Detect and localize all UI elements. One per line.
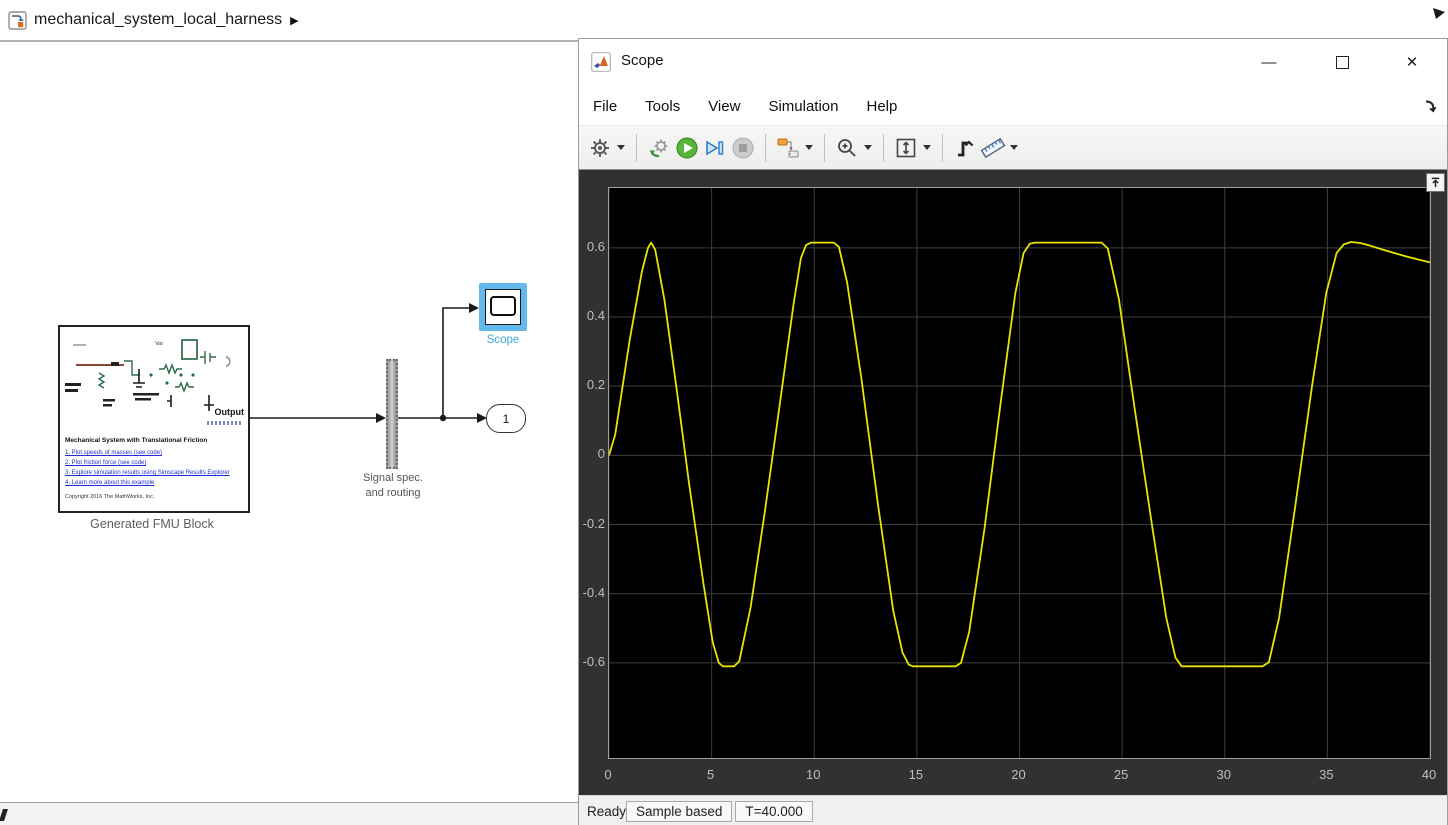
scope-titlebar: Scope — ✕ bbox=[579, 39, 1447, 87]
expand-plot-button[interactable] bbox=[1426, 173, 1445, 192]
y-tick-label: 0.6 bbox=[586, 238, 605, 254]
breadcrumb-expand-arrow[interactable]: ▶ bbox=[290, 14, 298, 27]
fmu-notes: Mechanical System with Translational Fri… bbox=[65, 437, 245, 500]
x-tick-label: 30 bbox=[1216, 767, 1231, 782]
highlight-simulink-block-button[interactable] bbox=[775, 135, 801, 161]
y-tick-label: -0.4 bbox=[582, 584, 605, 600]
fmu-port-subtext bbox=[207, 421, 243, 425]
scope-block[interactable] bbox=[479, 283, 527, 331]
waveform-plot bbox=[609, 188, 1430, 758]
y-tick-label: -0.6 bbox=[582, 653, 605, 669]
fmu-notes-link[interactable]: 1. Plot speeds of masses (see code) bbox=[65, 448, 245, 458]
scope-block-screen-icon bbox=[490, 296, 516, 316]
toolbar-separator bbox=[636, 133, 637, 162]
fmu-var-label: Var bbox=[155, 341, 164, 347]
toolbar-separator bbox=[883, 133, 884, 162]
maximize-button[interactable] bbox=[1324, 47, 1360, 77]
x-tick-label: 15 bbox=[908, 767, 924, 782]
outport-block[interactable]: 1 bbox=[486, 404, 526, 433]
configuration-gear-button[interactable] bbox=[587, 135, 613, 161]
x-tick-label: 5 bbox=[707, 767, 715, 782]
signal-spec-caption: Signal spec. and routing bbox=[363, 472, 423, 499]
dock-icon[interactable] bbox=[1423, 99, 1437, 113]
measurements-dropdown-caret[interactable] bbox=[1008, 135, 1020, 161]
simulink-model-icon bbox=[8, 10, 27, 30]
x-tick-label: 35 bbox=[1319, 767, 1334, 782]
toolbar-separator bbox=[765, 133, 766, 162]
minimize-button[interactable]: — bbox=[1251, 47, 1287, 77]
stop-button[interactable] bbox=[730, 135, 756, 161]
fmu-notes-link[interactable]: 3. Explore simulation results using Sims… bbox=[65, 468, 245, 478]
step-back-button[interactable] bbox=[646, 135, 672, 161]
hidden-content-arrow bbox=[1433, 8, 1445, 19]
configuration-dropdown-caret[interactable] bbox=[615, 135, 627, 161]
toolbar-separator bbox=[824, 133, 825, 162]
scope-toolbar bbox=[579, 126, 1447, 170]
fmu-output-port-label: Output bbox=[214, 407, 245, 417]
signal-spec-block[interactable] bbox=[386, 359, 398, 469]
fmu-copyright: Copyright 2016 The MathWorks, Inc. bbox=[65, 494, 155, 500]
scope-block-label: Scope bbox=[486, 334, 520, 346]
fmu-notes-link[interactable]: 2. Plot friction force (see code) bbox=[65, 458, 245, 468]
x-tick-label: 20 bbox=[1011, 767, 1026, 782]
x-tick-label: 25 bbox=[1113, 767, 1129, 782]
close-button[interactable]: ✕ bbox=[1394, 47, 1430, 77]
scope-window: Scope — ✕ File Tools View Simulation Hel… bbox=[578, 38, 1448, 825]
scope-plot-region: 0.6 0.4 0.2 0 -0.2 -0.4 -0.6 0 5 10 15 20 25 30 35 40 bbox=[579, 170, 1447, 795]
toolbar-separator bbox=[942, 133, 943, 162]
y-tick-label: 0.2 bbox=[586, 377, 605, 393]
fmu-block-caption: Generated FMU Block bbox=[90, 517, 214, 531]
fit-to-view-button[interactable] bbox=[893, 135, 919, 161]
zoom-dropdown-caret[interactable] bbox=[862, 135, 874, 161]
breadcrumb: mechanical_system_local_harness ▶ bbox=[0, 0, 1448, 42]
fit-dropdown-caret[interactable] bbox=[921, 135, 933, 161]
matlab-icon bbox=[591, 52, 611, 72]
scope-axes bbox=[608, 187, 1431, 759]
fmu-notes-link[interactable]: 4. Learn more about this example bbox=[65, 478, 245, 488]
y-tick-label: 0 bbox=[597, 446, 605, 462]
editor-status-strip bbox=[0, 802, 578, 825]
menu-tools[interactable]: Tools bbox=[631, 98, 694, 115]
maximize-icon bbox=[1335, 55, 1349, 69]
generated-fmu-block[interactable]: Var Output Mechanical System with Transl… bbox=[58, 325, 250, 513]
breadcrumb-model-name[interactable]: mechanical_system_local_harness bbox=[34, 11, 282, 29]
status-sim-time: T=40.000 bbox=[735, 801, 813, 822]
menu-file[interactable]: File bbox=[579, 98, 631, 115]
trigger-button[interactable] bbox=[952, 135, 978, 161]
window-title: Scope bbox=[621, 52, 664, 69]
screenshot-root: mechanical_system_local_harness ▶ Var Ou… bbox=[0, 0, 1448, 825]
scope-statusbar: Ready Sample based T=40.000 bbox=[579, 795, 1447, 825]
menu-view[interactable]: View bbox=[694, 98, 754, 115]
step-forward-button[interactable] bbox=[702, 135, 728, 161]
y-tick-label: -0.2 bbox=[582, 515, 605, 531]
run-button[interactable] bbox=[674, 135, 700, 161]
cursor-measurements-button[interactable] bbox=[980, 135, 1006, 161]
zoom-in-button[interactable] bbox=[834, 135, 860, 161]
status-sample-mode: Sample based bbox=[626, 801, 733, 822]
y-tick-label: 0.4 bbox=[586, 308, 605, 323]
x-tick-label: 0 bbox=[604, 767, 612, 782]
menu-simulation[interactable]: Simulation bbox=[754, 98, 852, 115]
x-tick-label: 10 bbox=[806, 767, 821, 782]
scope-menubar: File Tools View Simulation Help bbox=[579, 87, 1447, 126]
highlight-dropdown-caret[interactable] bbox=[803, 135, 815, 161]
status-ready: Ready bbox=[587, 804, 627, 819]
menu-help[interactable]: Help bbox=[853, 98, 912, 115]
x-tick-label: 40 bbox=[1421, 767, 1437, 782]
fmu-notes-title: Mechanical System with Translational Fri… bbox=[65, 437, 208, 444]
